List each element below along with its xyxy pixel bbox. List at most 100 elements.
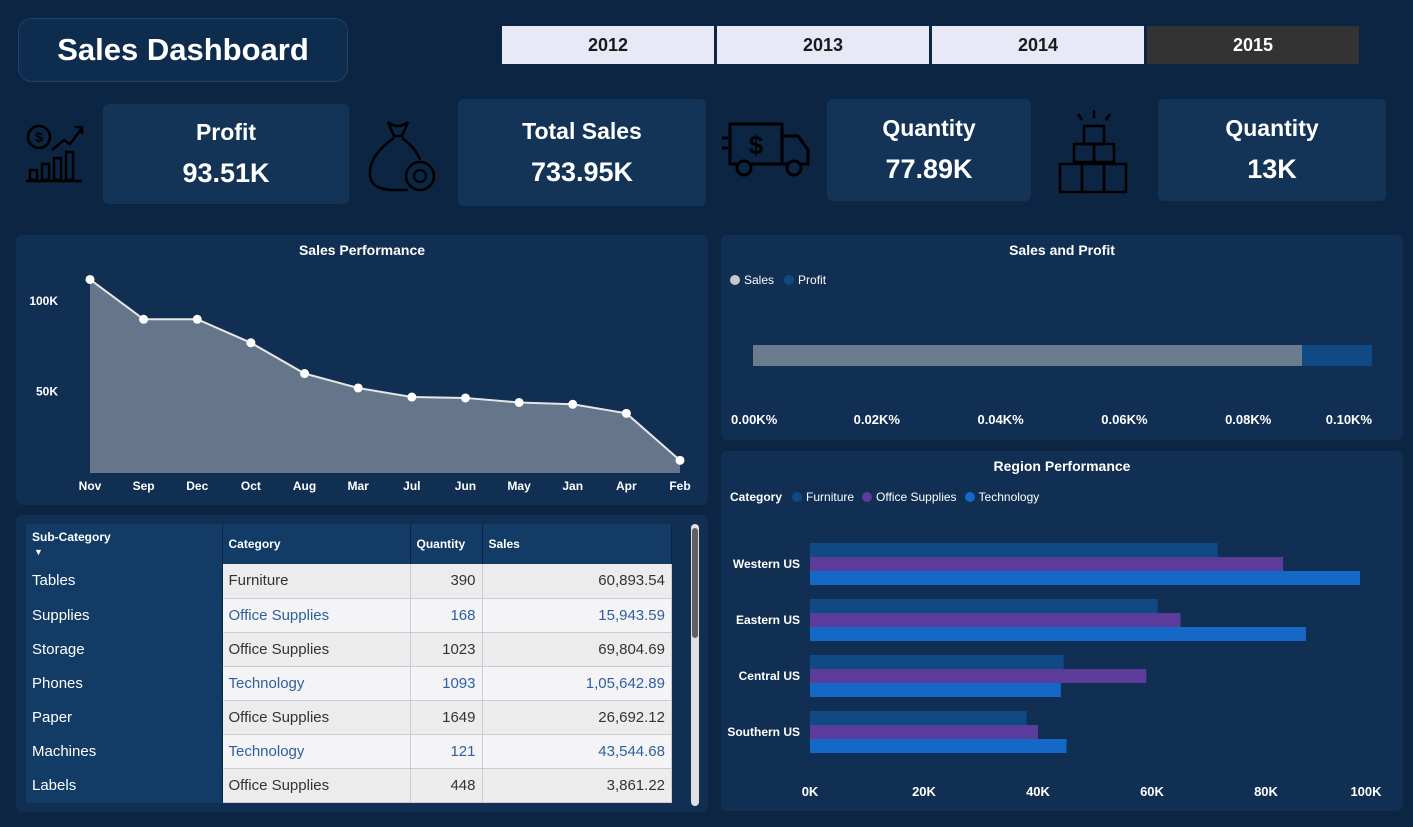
sales-point-feb — [675, 455, 685, 465]
x-tick-label: 60K — [1140, 784, 1164, 799]
header-label: Quantity — [416, 537, 466, 551]
sales-point-jun — [460, 393, 470, 403]
year-button-2012[interactable]: 2012 — [502, 26, 714, 64]
bar-southern-us-technology — [810, 739, 1067, 753]
cell-quantity: 448 — [410, 768, 483, 803]
year-button-2015[interactable]: 2015 — [1147, 26, 1359, 64]
profit-growth-icon: $ — [26, 124, 84, 183]
sales-profit-chart: 0.00K% 0.02K% 0.04K% 0.06K% 0.08K% 0.10K% — [731, 345, 1373, 427]
header-label: Category — [228, 537, 281, 551]
cell-sales: 69,804.69 — [482, 632, 672, 667]
year-button-2014[interactable]: 2014 — [932, 26, 1144, 64]
table-row[interactable]: Tables Furniture 390 60,893.54 — [26, 564, 672, 599]
cell-quantity: 121 — [410, 734, 483, 769]
x-tick-label: May — [507, 479, 531, 493]
kpi-value: 77.89K — [885, 154, 973, 184]
bar-eastern-us-technology — [810, 627, 1306, 641]
boxes-icon — [1058, 110, 1128, 194]
cell-sub-category: Paper — [26, 700, 223, 735]
kpi-card-quantity: Quantity 77.89K — [827, 99, 1031, 201]
column-header-sub-category[interactable]: Sub-Category ▼ — [26, 524, 223, 564]
table-row[interactable]: Phones Technology 1093 1,05,642.89 — [26, 666, 672, 701]
x-tick-label: 40K — [1026, 784, 1050, 799]
y-tick-label: Southern US — [727, 725, 800, 739]
cell-quantity: 1023 — [410, 632, 483, 667]
dashboard-title-box: Sales Dashboard — [18, 18, 348, 82]
x-tick-label: 100K — [1350, 784, 1382, 799]
bar-western-us-office-supplies — [810, 557, 1284, 571]
table-row[interactable]: Paper Office Supplies 1649 26,692.12 — [26, 700, 672, 735]
table-row[interactable]: Supplies Office Supplies 168 15,943.59 — [26, 598, 672, 633]
svg-text:$: $ — [35, 129, 43, 145]
cell-sales: 1,05,642.89 — [482, 666, 672, 701]
x-tick-label: Jul — [403, 479, 420, 493]
x-tick-label: Nov — [79, 479, 102, 493]
x-tick-label: 80K — [1254, 784, 1278, 799]
sales-point-may — [514, 397, 524, 407]
cell-quantity: 390 — [410, 564, 483, 599]
column-header-quantity[interactable]: Quantity — [410, 524, 483, 564]
bar-central-us-office-supplies — [810, 669, 1147, 683]
bar-eastern-us-office-supplies — [810, 613, 1181, 627]
sales-point-aug — [300, 369, 310, 379]
sales-point-mar — [353, 383, 363, 393]
table-row[interactable]: Machines Technology 121 43,544.68 — [26, 734, 672, 769]
bar-sales — [753, 345, 1303, 366]
y-tick-label: Central US — [739, 669, 800, 683]
x-tick-label: 0.04K% — [977, 412, 1024, 427]
cell-category: Office Supplies — [222, 598, 411, 633]
cell-sales: 26,692.12 — [482, 700, 672, 735]
region-performance-chart: Western US Eastern US Central US Southern U… — [727, 543, 1382, 799]
bar-central-us-furniture — [810, 655, 1064, 669]
table-scrollbar-thumb[interactable] — [692, 528, 698, 638]
year-label: 2013 — [802, 34, 844, 55]
cell-category: Office Supplies — [222, 632, 411, 667]
x-tick-label: Oct — [241, 479, 261, 493]
x-tick-label: 0.08K% — [1225, 412, 1272, 427]
sort-desc-icon[interactable]: ▼ — [34, 547, 43, 557]
cell-quantity: 1649 — [410, 700, 483, 735]
kpi-card-profit: Profit 93.51K — [103, 104, 349, 204]
kpi-value: 733.95K — [530, 156, 634, 187]
bar-eastern-us-furniture — [810, 599, 1158, 613]
kpi-label: Quantity — [1225, 115, 1319, 141]
cell-category: Office Supplies — [222, 768, 411, 803]
sales-area — [90, 279, 680, 473]
x-tick-label: 0.06K% — [1101, 412, 1148, 427]
cell-sub-category: Supplies — [26, 598, 223, 633]
sales-point-apr — [621, 408, 631, 418]
cell-category: Technology — [222, 734, 411, 769]
x-tick-label: Dec — [186, 479, 208, 493]
year-label: 2014 — [1017, 34, 1059, 55]
kpi-card-total-sales: Total Sales 733.95K — [458, 99, 706, 206]
cell-sales: 15,943.59 — [482, 598, 672, 633]
year-button-2013[interactable]: 2013 — [717, 26, 929, 64]
table-header-row: Sub-Category ▼ Category Quantity Sales — [26, 524, 672, 564]
sales-performance-chart: Nov Sep Dec Oct Aug Mar Jul Jun May Jan Apr Feb 100K… — [29, 274, 691, 493]
column-header-category[interactable]: Category — [222, 524, 411, 564]
year-label: 2015 — [1232, 34, 1274, 55]
x-tick-label: Apr — [616, 479, 637, 493]
sales-point-oct — [246, 338, 256, 348]
cell-sub-category: Phones — [26, 666, 223, 701]
table-row[interactable]: Storage Office Supplies 1023 69,804.69 — [26, 632, 672, 667]
money-bag-icon — [368, 120, 436, 192]
x-tick-label: Jan — [562, 479, 583, 493]
x-tick-label: 0.10K% — [1326, 412, 1373, 427]
cell-sales: 3,861.22 — [482, 768, 672, 803]
x-tick-label: Aug — [293, 479, 316, 493]
cell-sub-category: Machines — [26, 734, 223, 769]
kpi-label: Profit — [195, 119, 257, 145]
x-tick-label: Feb — [669, 479, 690, 493]
sales-point-jul — [407, 392, 417, 402]
x-tick-label: 0K — [802, 784, 819, 799]
kpi-card-quantity-2: Quantity 13K — [1158, 99, 1386, 201]
sales-point-dec — [192, 314, 202, 324]
bar-southern-us-furniture — [810, 711, 1027, 725]
column-header-sales[interactable]: Sales — [482, 524, 672, 564]
cell-category: Furniture — [222, 564, 411, 599]
cell-quantity: 1093 — [410, 666, 483, 701]
bar-western-us-furniture — [810, 543, 1218, 557]
table-row[interactable]: Labels Office Supplies 448 3,861.22 — [26, 768, 672, 803]
x-tick-label: 0.00K% — [731, 412, 778, 427]
